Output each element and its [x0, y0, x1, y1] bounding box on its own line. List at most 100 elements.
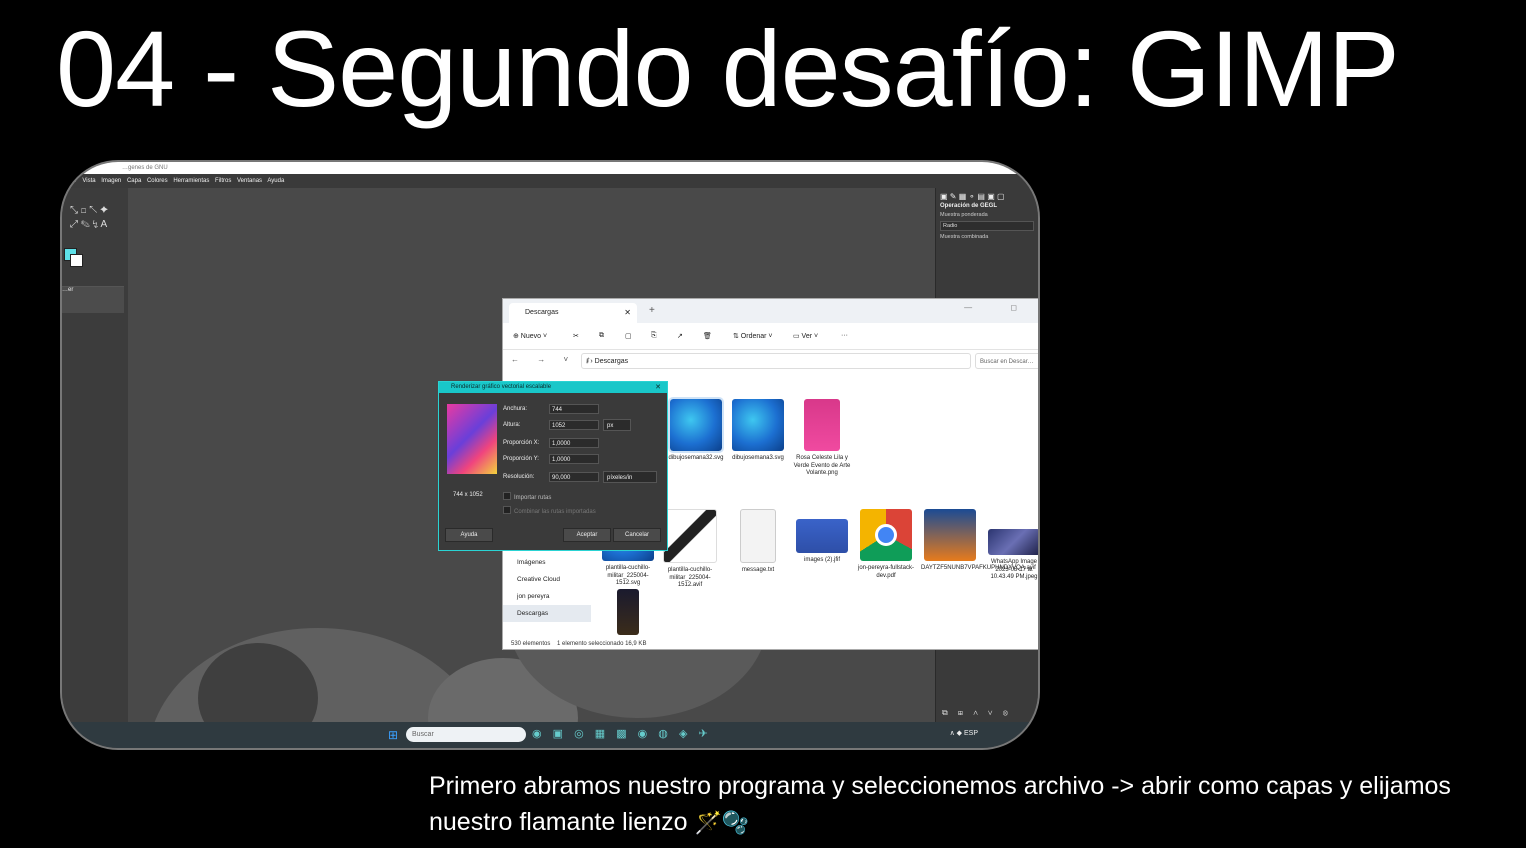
selection-info: 1 elemento seleccionado 16,9 KB	[557, 641, 647, 647]
toolbox: ⤡ ◻ ↖ ✦ ⤢ ✎ ↯ A …er	[62, 188, 128, 722]
resolution-unit-select[interactable]: píxeles/in	[603, 471, 657, 483]
dock-tab-icons[interactable]: ▣ ✎ ▦ ⚬ ▤ ▣ ▢	[936, 188, 1038, 201]
knife-thumbnail	[663, 509, 717, 563]
menu-view[interactable]: Vista	[82, 178, 95, 184]
rename-icon[interactable]: ⎘	[651, 332, 657, 340]
nav-item-descargas[interactable]: Descargas	[503, 605, 591, 622]
menu-windows[interactable]: Ventanas	[237, 178, 262, 184]
ratio-y-field[interactable]: 1,0000	[549, 454, 599, 464]
file-item[interactable]: message.txt	[729, 509, 787, 575]
menu-filters[interactable]: Filtros	[215, 178, 231, 184]
merge-paths-label: Combinar las rutas importadas	[514, 509, 596, 515]
file-name: jon-pereyra-fullstack-dev.pdf	[857, 565, 915, 579]
address-row: ← → ˅ ↑ ⭳ › Descargas Buscar en Descar…	[503, 350, 1038, 372]
menu-help[interactable]: Ayuda	[267, 178, 284, 184]
height-field[interactable]: 1052	[549, 420, 599, 430]
taskbar-search[interactable]: Buscar	[406, 727, 526, 742]
view-button[interactable]: ▭ Ver ˅	[793, 332, 818, 340]
layers-label: …er	[62, 287, 74, 293]
chrome-icon	[860, 509, 912, 561]
tool-icons[interactable]: ⤡ ◻ ↖ ✦ ⤢ ✎ ↯ A	[70, 204, 108, 232]
file-item[interactable]: plantilla-cuchillo-militar_225004-1512.a…	[661, 509, 719, 590]
file-name: plantilla-cuchillo-militar_225004-1512.a…	[667, 567, 713, 588]
preview-size-label: 744 x 1052	[453, 492, 483, 498]
help-button[interactable]: Ayuda	[445, 528, 493, 542]
ok-button[interactable]: Aceptar	[563, 528, 611, 542]
resolution-field[interactable]: 90,000	[549, 472, 599, 482]
tab-descargas[interactable]: Descargas ✕	[509, 303, 637, 323]
slide-title: 04 - Segundo desafío: GIMP	[56, 8, 1400, 129]
file-name: dibujosemana32.svg	[668, 455, 724, 461]
layers-panel: …er	[62, 286, 124, 313]
system-tray[interactable]: ∧ ◆ ESP	[950, 729, 978, 737]
menu-tools[interactable]: Herramientas	[173, 178, 209, 184]
background-color[interactable]	[70, 254, 83, 267]
gegl-operation-title: Operación de GEGL	[940, 203, 998, 209]
more-options-icon[interactable]: ···	[841, 332, 848, 339]
file-item[interactable]: Rosa Celeste Lila y Verde Evento de Arte…	[793, 399, 851, 478]
file-item[interactable]: WhatsApp Image 2023-08-17 at 10.43.49 PM…	[985, 509, 1038, 582]
nav-item-jon-pereyra[interactable]: jon pereyra	[503, 588, 591, 605]
paste-icon[interactable]: ▢	[625, 332, 632, 340]
status-bar: 530 elementos 1 elemento seleccionado 16…	[511, 641, 646, 647]
merge-paths-checkbox[interactable]: Combinar las rutas importadas	[503, 506, 596, 515]
file-item[interactable]: images (2).jfif	[793, 509, 851, 565]
menu-layer[interactable]: Capa	[127, 178, 141, 184]
poster-thumbnail	[804, 399, 840, 451]
gimp-menubar: …har Vista Imagen Capa Colores Herramien…	[62, 174, 1038, 188]
explorer-toolbar: ⊕ Nuevo ˅ ✂ ⧉ ▢ ⎘ ↗ 🗑 ⇅ Ordenar ˅ ▭ Ver …	[503, 323, 1038, 350]
caption-line-2: nuestro flamante lienzo 🪄🫧	[429, 804, 1519, 841]
weighted-sample-option[interactable]: Muestra ponderada	[936, 211, 1038, 219]
radius-field[interactable]: Radio	[940, 221, 1034, 231]
caption-text: nuestro flamante lienzo	[429, 808, 688, 836]
cancel-button[interactable]: Cancelar	[613, 528, 661, 542]
new-button[interactable]: ⊕ Nuevo ˅	[513, 332, 547, 340]
import-paths-checkbox[interactable]: Importar rutas	[503, 492, 551, 501]
menu-image[interactable]: Imagen	[101, 178, 121, 184]
fg-bg-color-swatch[interactable]	[64, 248, 83, 267]
render-svg-dialog: Renderizar gráfico vectorial escalable ✕…	[438, 381, 668, 551]
ratio-x-field[interactable]: 1,0000	[549, 438, 599, 448]
dialog-title: Renderizar gráfico vectorial escalable	[451, 384, 552, 390]
windows-start-icon[interactable]: ⊞	[388, 728, 398, 742]
tab-close-icon[interactable]: ✕	[624, 303, 631, 323]
windows-taskbar: ⊞ Buscar ◉ ▣ ◎ ▦ ▩ ◉ ◍ ◈ ✈ ∧ ◆ ESP	[62, 722, 1038, 748]
caption-line-1: Primero abramos nuestro programa y selec…	[429, 772, 1451, 800]
share-icon[interactable]: ↗	[677, 332, 683, 340]
window-controls[interactable]: — ◻	[964, 303, 1035, 312]
edge-icon	[668, 397, 724, 453]
file-item[interactable]: jon-pereyra-fullstack-dev.pdf	[857, 509, 915, 580]
menu-file[interactable]: …har	[62, 178, 77, 184]
sort-button[interactable]: ⇅ Ordenar ˅	[733, 332, 773, 340]
unit-select[interactable]: px	[603, 419, 631, 431]
delete-icon[interactable]: 🗑	[703, 332, 712, 340]
file-name: WhatsApp Image 2023-08-17 at 10.43.49 PM…	[990, 559, 1038, 580]
file-item[interactable]: dibujosemana32.svg	[667, 397, 725, 463]
file-name: Rosa Celeste Lila y Verde Evento de Arte…	[793, 455, 851, 476]
new-tab-icon[interactable]: +	[649, 305, 655, 316]
import-paths-label: Importar rutas	[514, 495, 552, 501]
nav-item-imagenes[interactable]: Imágenes	[503, 554, 591, 571]
file-item[interactable]	[599, 589, 657, 639]
screenshot-frame: …genes de GNU …har Vista Imagen Capa Col…	[60, 160, 1040, 750]
close-icon[interactable]: ✕	[655, 382, 661, 393]
nav-item-creative-cloud[interactable]: Creative Cloud	[503, 571, 591, 588]
taskbar-app-icons[interactable]: ◉ ▣ ◎ ▦ ▩ ◉ ◍ ◈ ✈	[532, 727, 712, 740]
slide-caption: Primero abramos nuestro programa y selec…	[429, 768, 1519, 841]
image-thumbnail	[924, 509, 976, 561]
image-thumbnail	[617, 589, 639, 635]
file-item[interactable]: dibujosemana3.svg	[729, 399, 787, 463]
ratio-y-label: Proporción Y:	[503, 456, 539, 462]
copy-icon[interactable]: ⧉	[599, 332, 604, 340]
width-label: Anchura:	[503, 406, 528, 412]
width-field[interactable]: 744	[549, 404, 599, 414]
ratio-x-label: Proporción X:	[503, 440, 540, 446]
image-thumbnail	[988, 529, 1038, 555]
address-bar[interactable]: ⭳ › Descargas	[581, 353, 971, 369]
dock-bottom-icons[interactable]: ⧉ ⊞ ∧ ∨ ⊗	[942, 708, 1012, 718]
file-item[interactable]: DAYTZF5NUNB7VPAFKUPHNDXVQA.avif	[921, 509, 1036, 573]
explorer-search-input[interactable]: Buscar en Descar…	[975, 353, 1038, 369]
menu-colors[interactable]: Colores	[147, 178, 168, 184]
cut-icon[interactable]: ✂	[573, 332, 579, 340]
combined-sample-option[interactable]: Muestra combinada	[936, 233, 1038, 241]
